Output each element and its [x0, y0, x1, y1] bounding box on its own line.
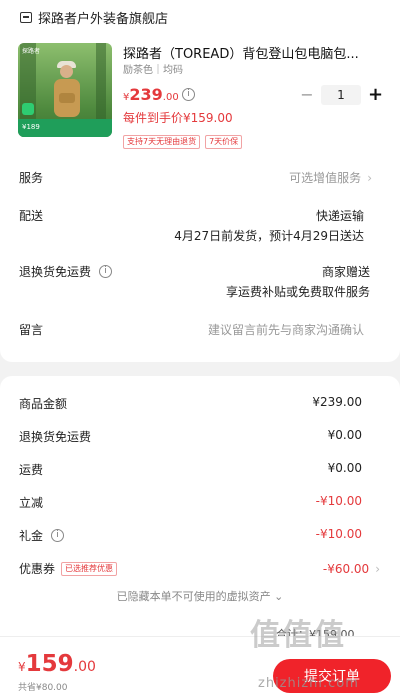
instant-discount-label: 立减 — [19, 496, 44, 510]
return-policy-tag: 支持7天无理由退货 — [123, 135, 201, 149]
goods-amount-value: ¥239.00 — [312, 395, 362, 409]
instant-discount-row: 立减 -¥10.00 — [19, 494, 362, 511]
return-shipping-value: 商家赠送 — [321, 265, 370, 279]
return-shipping-amount-label: 退换货免运费 — [19, 430, 92, 444]
shipping-row: 运费 ¥0.00 — [19, 461, 362, 478]
return-shipping-amount-row: 退换货免运费 ¥0.00 — [19, 428, 362, 445]
total-integer: 159 — [25, 651, 74, 677]
return-shipping-label: 退换货免运费 i — [19, 263, 113, 280]
gift-money-info-icon[interactable]: i — [51, 529, 65, 542]
total-currency: ¥ — [18, 660, 26, 674]
order-total: ¥ 159 .00 — [18, 651, 96, 677]
hidden-assets-toggle[interactable]: 已隐藏本单不可使用的虚拟资产 ⌄ — [0, 588, 400, 604]
chevron-right-icon: › — [375, 561, 380, 576]
chevron-right-icon: › — [367, 171, 372, 185]
store-icon — [20, 11, 32, 23]
message-row: 留言 建议留言前先与商家沟通确认 — [19, 321, 364, 338]
delivery-label: 配送 — [19, 209, 44, 223]
gift-money-value: -¥10.00 — [315, 527, 362, 541]
return-shipping-amount-value: ¥0.00 — [327, 428, 362, 442]
decrease-button[interactable]: − — [300, 85, 314, 104]
price-integer: 239 — [129, 85, 163, 104]
message-label: 留言 — [19, 323, 44, 337]
delivery-estimate: 4月27日前发货，预计4月29日送达 — [174, 229, 364, 243]
net-price: 每件到手价¥159.00 — [123, 111, 233, 125]
return-shipping-detail: 享运费补贴或免费取件服务 — [225, 285, 370, 299]
coupon-label-text: 优惠券 — [19, 562, 56, 576]
gift-money-label: 礼金 i — [19, 527, 65, 544]
saved-amount: 共省¥80.00 — [18, 683, 68, 693]
watermark-logo: 值值值 — [250, 618, 346, 653]
goods-amount-row: 商品金额 ¥239.00 — [19, 395, 362, 412]
return-shipping-row: 退换货免运费 i 商家赠送 — [19, 263, 370, 280]
coupon-row[interactable]: 优惠券 已选推荐优惠 -¥60.00 › — [19, 560, 380, 577]
thumb-logo: 探路者 — [22, 48, 41, 55]
product-spec[interactable]: 励茶色｜均码 — [123, 61, 183, 76]
coupon-value-text: -¥60.00 — [322, 561, 370, 576]
quantity-stepper: − 1 + — [300, 84, 383, 105]
price-info-icon[interactable]: i — [182, 88, 195, 101]
return-shipping-label-text: 退换货免运费 — [19, 265, 92, 279]
message-input[interactable]: 建议留言前先与商家沟通确认 — [208, 321, 364, 338]
gift-money-row: 礼金 i -¥10.00 — [19, 527, 362, 544]
service-row[interactable]: 服务 可选增值服务 › — [19, 169, 372, 186]
coupon-tag: 已选推荐优惠 — [61, 561, 118, 576]
service-value: 可选增值服务 › — [289, 169, 372, 186]
goods-amount-label: 商品金额 — [19, 397, 68, 411]
store-header[interactable]: 探路者户外装备旗舰店 — [20, 8, 169, 27]
leaf-icon — [22, 103, 34, 115]
total-decimal: .00 — [73, 659, 96, 675]
shipping-value: ¥0.00 — [327, 461, 362, 475]
order-card: 探路者户外装备旗舰店 探路者 ¥189 探路者（TOREAD）背包登山包电脑包.… — [0, 0, 400, 362]
instant-discount-value: -¥10.00 — [315, 494, 362, 508]
thumb-person — [60, 65, 73, 78]
delivery-method: 快递运输 — [315, 209, 364, 223]
store-name: 探路者户外装备旗舰店 — [38, 11, 169, 27]
service-label: 服务 — [19, 171, 44, 185]
product-price: ¥ 239 .00 — [123, 85, 179, 104]
coupon-value: -¥60.00 › — [323, 560, 380, 577]
shipping-label: 运费 — [19, 463, 44, 477]
coupon-label: 优惠券 已选推荐优惠 — [19, 560, 118, 577]
product-thumbnail[interactable]: 探路者 ¥189 — [18, 43, 112, 137]
gift-money-label-text: 礼金 — [19, 529, 44, 543]
thumb-backpack — [54, 79, 80, 117]
increase-button[interactable]: + — [368, 84, 383, 105]
service-value-text: 可选增值服务 — [289, 171, 362, 185]
price-decimal: .00 — [162, 92, 179, 103]
thumb-badge-price: ¥189 — [22, 123, 40, 131]
product-title[interactable]: 探路者（TOREAD）背包登山包电脑包... — [123, 43, 368, 62]
return-shipping-info-icon[interactable]: i — [99, 265, 113, 278]
product-tags: 支持7天无理由退货 7天价保 — [123, 135, 243, 149]
quantity-input[interactable]: 1 — [321, 84, 361, 105]
delivery-row[interactable]: 配送 快递运输 — [19, 207, 364, 224]
watermark-url: zhizhizhi.com — [258, 676, 359, 691]
price-protect-tag: 7天价保 — [205, 135, 243, 149]
